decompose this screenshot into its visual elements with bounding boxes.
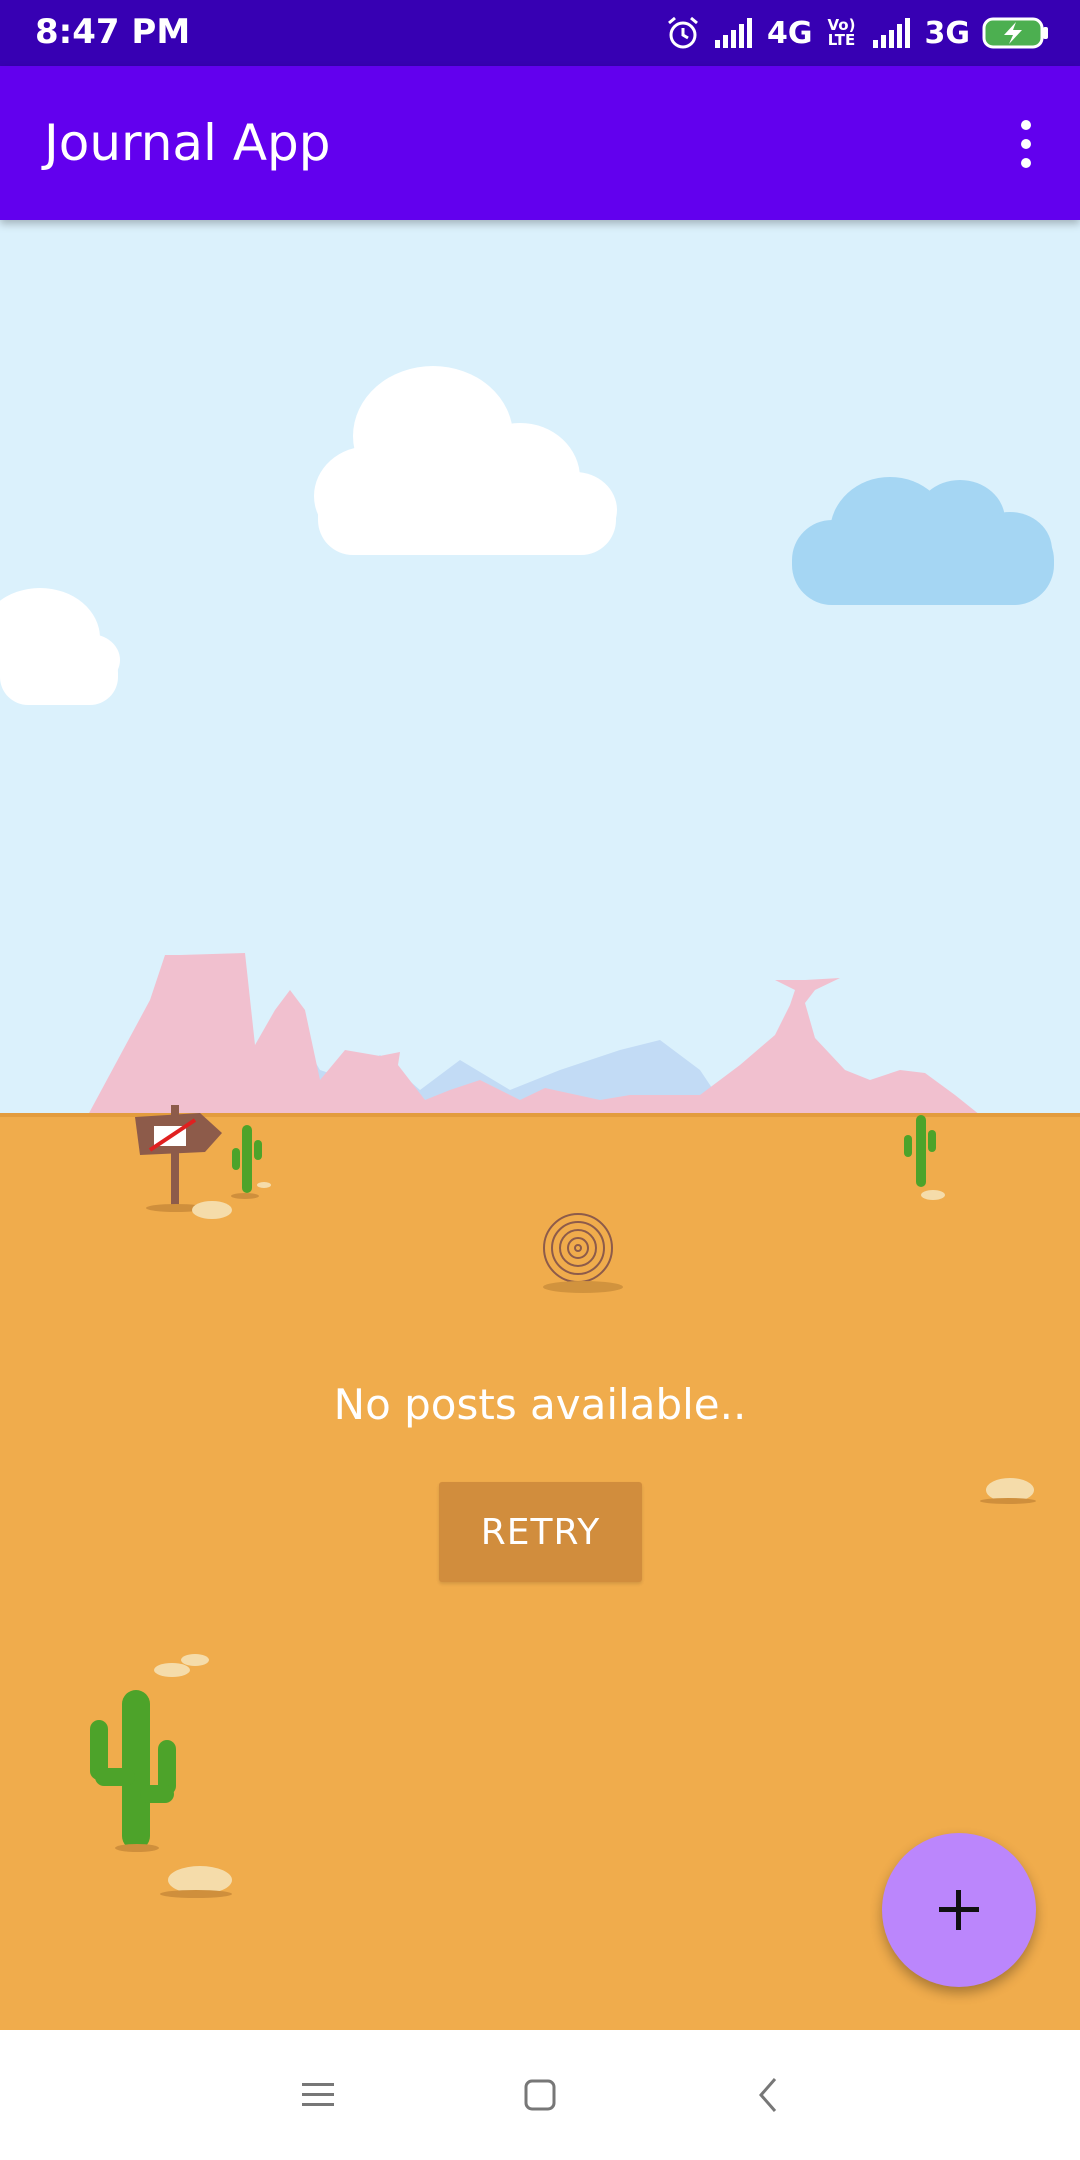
plus-icon [939, 1890, 979, 1930]
status-time: 8:47 PM [35, 12, 191, 52]
retry-button[interactable]: RETRY [439, 1482, 642, 1582]
battery-charging-icon [982, 17, 1048, 49]
volte-icon: Vo) LTE [827, 16, 856, 49]
app-title: Journal App [44, 114, 331, 172]
add-post-button[interactable] [882, 1833, 1036, 1987]
status-bar: 8:47 PM 4G Vo) LTE 3G [0, 0, 1080, 66]
back-icon[interactable] [738, 2065, 798, 2125]
app-bar: Journal App [0, 66, 1080, 220]
network-type-2: 3G [924, 15, 971, 51]
desert-illustration [0, 220, 1080, 2030]
empty-state-container: No posts available.. RETRY [0, 220, 1080, 2030]
network-type-1: 4G [767, 15, 813, 51]
more-vert-icon[interactable] [1008, 114, 1044, 174]
menu-icon[interactable] [288, 2065, 348, 2125]
system-nav-bar [0, 2030, 1080, 2160]
signal-icon [872, 18, 910, 48]
signal-icon [715, 18, 752, 48]
home-icon[interactable] [510, 2065, 570, 2125]
status-icons: 4G Vo) LTE 3G [665, 10, 1050, 56]
alarm-icon [668, 16, 698, 49]
empty-state-message: No posts available.. [333, 1380, 747, 1429]
